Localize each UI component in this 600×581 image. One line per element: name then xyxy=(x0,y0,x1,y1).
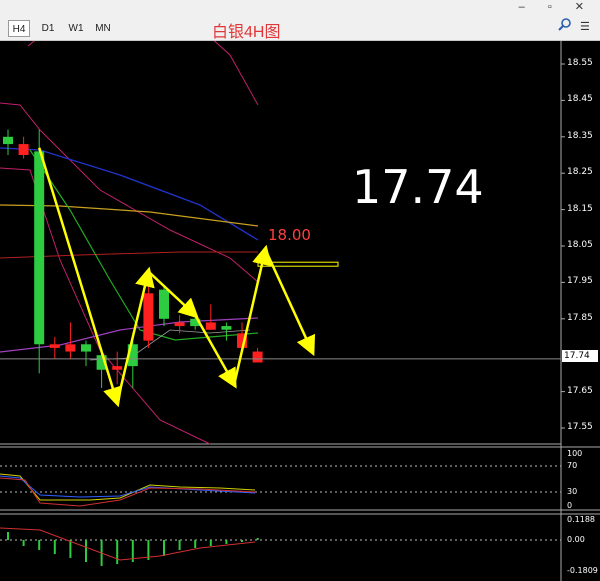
tab-w1[interactable]: W1 xyxy=(64,20,88,37)
price-tick-label: 18.05 xyxy=(567,240,593,250)
target-price-label: 18.00 xyxy=(268,226,311,244)
osc1-level-100: 100 xyxy=(567,449,583,458)
price-tick-label: 18.55 xyxy=(567,58,593,68)
osc2-level-max: 0.1188 xyxy=(567,515,595,524)
osc2-level-zero: 0.00 xyxy=(567,535,585,544)
big-price-overlay: 17.74 xyxy=(352,160,484,214)
price-tick-label: 17.55 xyxy=(567,422,593,432)
price-tick-label: 18.15 xyxy=(567,203,593,214)
tab-mn[interactable]: MN xyxy=(91,20,115,37)
search-icon[interactable] xyxy=(557,17,573,33)
candle-body xyxy=(205,322,216,330)
candle-body xyxy=(174,322,185,327)
chart-toolbar: H4 D1 W1 MN 白银4H图 – ▫ ✕ ☰ xyxy=(0,0,600,41)
window-controls[interactable]: – ▫ ✕ xyxy=(519,0,594,13)
candle-body xyxy=(34,151,45,345)
candle-body xyxy=(159,289,169,319)
candle-body xyxy=(65,344,76,352)
candle-body xyxy=(252,351,263,363)
candle-body xyxy=(143,293,154,341)
osc1-level-30: 30 xyxy=(567,487,578,496)
candle-body xyxy=(112,366,123,370)
forecast-arrow xyxy=(38,147,123,408)
forecast-arrow xyxy=(147,270,199,319)
osc1-yellow-line xyxy=(0,473,256,501)
price-tick-label: 18.25 xyxy=(567,167,593,178)
price-tick-label: 18.45 xyxy=(567,94,593,105)
osc1-level-70: 70 xyxy=(567,461,578,470)
candle-body xyxy=(18,144,29,155)
candle-body xyxy=(221,326,232,330)
osc2-level-min: -0.1809 xyxy=(567,566,598,575)
price-tick-label: 17.95 xyxy=(567,276,593,287)
price-chart[interactable] xyxy=(0,0,600,581)
dropdown-menu-icon[interactable]: ☰ xyxy=(580,20,590,33)
tab-d1[interactable]: D1 xyxy=(37,20,59,37)
forecast-arrow xyxy=(264,249,316,357)
forecast-arrow xyxy=(232,244,272,385)
chart-title: 白银4H图 xyxy=(212,24,281,41)
candle-body xyxy=(81,344,91,352)
price-tick-label: 17.65 xyxy=(567,385,593,396)
price-tick-label: 17.85 xyxy=(567,312,593,323)
target-marker xyxy=(257,261,339,267)
price-tick-label: 18.35 xyxy=(567,130,593,141)
candle-body xyxy=(3,136,13,145)
current-price-tag: 17.74 xyxy=(562,350,598,362)
tab-h4[interactable]: H4 xyxy=(8,20,30,37)
candle-body xyxy=(49,344,60,348)
osc1-blue-line xyxy=(0,475,256,498)
osc1-level-0: 0 xyxy=(567,501,573,510)
